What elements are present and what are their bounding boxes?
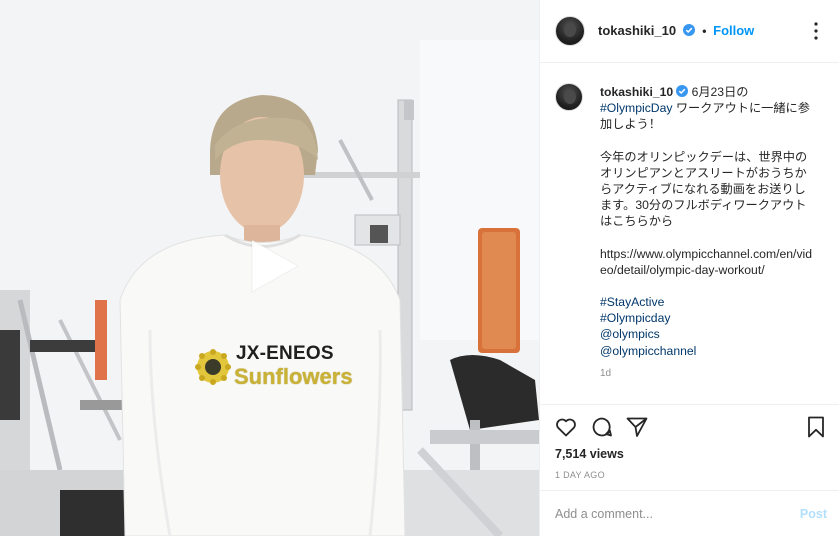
share-icon[interactable]	[625, 415, 649, 439]
caption-line1: 6月23日の	[691, 85, 749, 99]
play-icon[interactable]	[240, 234, 304, 298]
shirt-team-text: Sunflowers	[234, 364, 353, 389]
caption-area: tokashiki_10 6月23日の #OlympicDay ワークアウトに一…	[540, 63, 839, 403]
post-caption: tokashiki_10 6月23日の #OlympicDay ワークアウトに一…	[600, 84, 815, 359]
caption-avatar[interactable]	[555, 83, 583, 111]
mention-olympics[interactable]: @olympics	[600, 327, 660, 341]
mention-olympicchannel[interactable]: @olympicchannel	[600, 344, 696, 358]
avatar[interactable]	[555, 16, 585, 46]
caption-username[interactable]: tokashiki_10	[600, 85, 673, 99]
comment-icon[interactable]	[590, 415, 614, 439]
view-count[interactable]: 7,514 views	[555, 447, 624, 461]
sunflower-logo-icon	[195, 349, 231, 385]
bookmark-icon[interactable]	[804, 415, 828, 439]
caption-paragraph2: 今年のオリンピックデーは、世界中のオリンピアンとアスリートがおうちからアクティブ…	[600, 149, 808, 229]
comment-box: Post	[540, 490, 839, 536]
post-comment-button[interactable]: Post	[800, 507, 827, 521]
follow-button[interactable]: Follow	[713, 23, 754, 38]
header-username-row: tokashiki_10 • Follow	[598, 23, 754, 38]
comment-input[interactable]	[555, 504, 775, 524]
post-timestamp[interactable]: 1 DAY AGO	[555, 470, 605, 480]
post-side-panel: tokashiki_10 • Follow tokashiki_10 6月23日…	[539, 0, 839, 536]
post-actions: 7,514 views 1 DAY AGO	[540, 404, 839, 488]
more-options-icon[interactable]	[804, 19, 828, 43]
caption-url[interactable]: https://www.olympicchannel.com/en/video/…	[600, 247, 812, 277]
separator-dot: •	[702, 24, 707, 38]
heart-icon[interactable]	[554, 415, 578, 439]
verified-badge-icon	[676, 85, 689, 97]
post-header: tokashiki_10 • Follow	[540, 0, 839, 63]
caption-time-ago: 1d	[600, 368, 612, 379]
verified-badge-icon	[682, 24, 695, 36]
video-player[interactable]: JX-ENEOS Sunflowers	[0, 0, 539, 536]
hashtag-olympicday[interactable]: #OlympicDay	[600, 101, 672, 115]
shirt-brand-text: JX-ENEOS	[236, 343, 334, 364]
hashtag-stayactive[interactable]: #StayActive	[600, 295, 664, 309]
username-link[interactable]: tokashiki_10	[598, 23, 676, 38]
hashtag-olympicday-lower[interactable]: #Olympicday	[600, 311, 670, 325]
